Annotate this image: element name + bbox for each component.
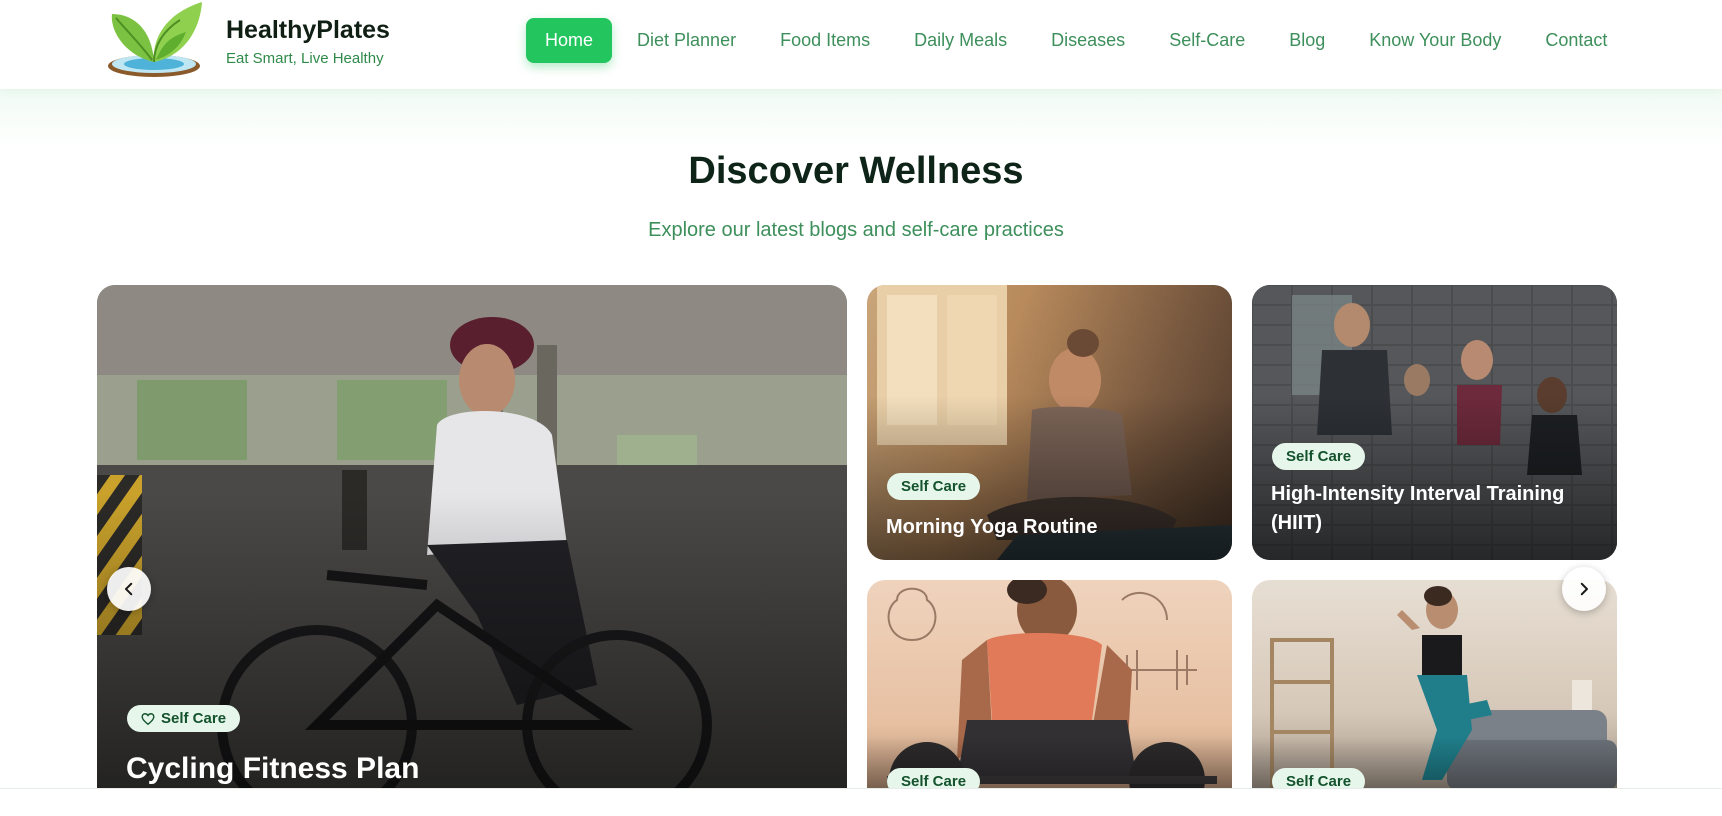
- weightlifting-blog-card[interactable]: Self Care: [867, 580, 1232, 816]
- home-workout-blog-card[interactable]: Self Care: [1252, 580, 1617, 816]
- card-title: High-Intensity Interval Training (HIIT): [1271, 483, 1565, 534]
- nav-item-home[interactable]: Home: [526, 17, 613, 63]
- page: HealthyPlates Eat Smart, Live Healthy Ho…: [0, 0, 1722, 816]
- card-title: Morning Yoga Routine: [886, 516, 1098, 538]
- brand[interactable]: HealthyPlates Eat Smart, Live Healthy: [226, 16, 390, 67]
- nav-item-food-items[interactable]: Food Items: [780, 30, 870, 51]
- chevron-left-icon: [125, 582, 133, 596]
- heart-icon: [141, 712, 155, 725]
- nav-item-daily-meals[interactable]: Daily Meals: [914, 30, 1007, 51]
- hiit-blog-card[interactable]: Self Care High-Intensity Interval Traini…: [1252, 285, 1617, 560]
- nav-item-self-care[interactable]: Self-Care: [1169, 30, 1245, 51]
- nav-item-blog[interactable]: Blog: [1289, 30, 1325, 51]
- nav-item-diet-planner[interactable]: Diet Planner: [637, 30, 736, 51]
- nav-item-contact[interactable]: Contact: [1545, 30, 1607, 51]
- category-badge: Self Care: [1272, 443, 1366, 470]
- brand-name: HealthyPlates: [226, 16, 390, 44]
- card-title: Cycling Fitness Plan: [126, 752, 420, 785]
- featured-blog-card[interactable]: Self Care Cycling Fitness Plan: [97, 285, 847, 805]
- section-subtitle: Explore our latest blogs and self-care p…: [648, 219, 1064, 241]
- section-title: Discover Wellness: [688, 150, 1024, 192]
- main-nav: Home Diet Planner Food Items Daily Meals…: [526, 17, 1607, 63]
- brand-tagline: Eat Smart, Live Healthy: [226, 50, 384, 67]
- nav-item-know-your-body[interactable]: Know Your Body: [1369, 30, 1501, 51]
- page-bottom-edge: [0, 788, 1722, 816]
- carousel-prev-button[interactable]: [107, 567, 151, 611]
- leaf-bowl-logo[interactable]: [104, 0, 204, 80]
- site-header: HealthyPlates Eat Smart, Live Healthy Ho…: [0, 0, 1722, 89]
- badge-label: Self Care: [161, 710, 227, 727]
- category-badge: Self Care: [127, 705, 241, 732]
- category-badge: Self Care: [887, 473, 981, 500]
- carousel-next-button[interactable]: [1562, 567, 1606, 611]
- nav-item-diseases[interactable]: Diseases: [1051, 30, 1125, 51]
- yoga-blog-card[interactable]: Self Care Morning Yoga Routine: [867, 285, 1232, 560]
- chevron-right-icon: [1580, 582, 1588, 596]
